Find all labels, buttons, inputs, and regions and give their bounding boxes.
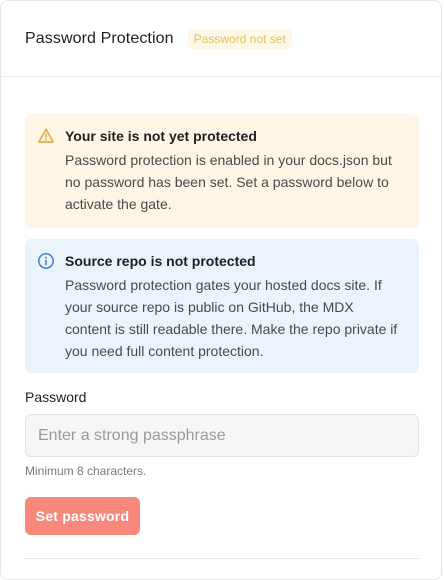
info-alert-title: Source repo is not protected <box>65 253 256 269</box>
card-body: Your site is not yet protected Password … <box>1 77 441 559</box>
divider <box>25 558 419 559</box>
info-circle-icon <box>37 252 55 270</box>
info-alert-text: Password protection gates your hosted do… <box>65 277 398 359</box>
password-protection-card: Password Protection Password not set You… <box>0 0 442 580</box>
set-password-button[interactable]: Set password <box>25 497 140 535</box>
warning-alert-title: Your site is not yet protected <box>65 128 257 144</box>
info-alert: Source repo is not protected Password pr… <box>25 239 419 373</box>
password-label: Password <box>25 389 87 405</box>
warning-triangle-icon <box>37 127 55 145</box>
card-header: Password Protection Password not set <box>1 1 441 77</box>
warning-alert: Your site is not yet protected Password … <box>25 114 419 228</box>
warning-alert-text: Password protection is enabled in your d… <box>65 152 392 212</box>
page-title: Password Protection <box>25 29 174 47</box>
password-input[interactable] <box>25 414 419 457</box>
status-badge: Password not set <box>187 28 292 49</box>
password-hint: Minimum 8 characters. <box>25 464 147 478</box>
